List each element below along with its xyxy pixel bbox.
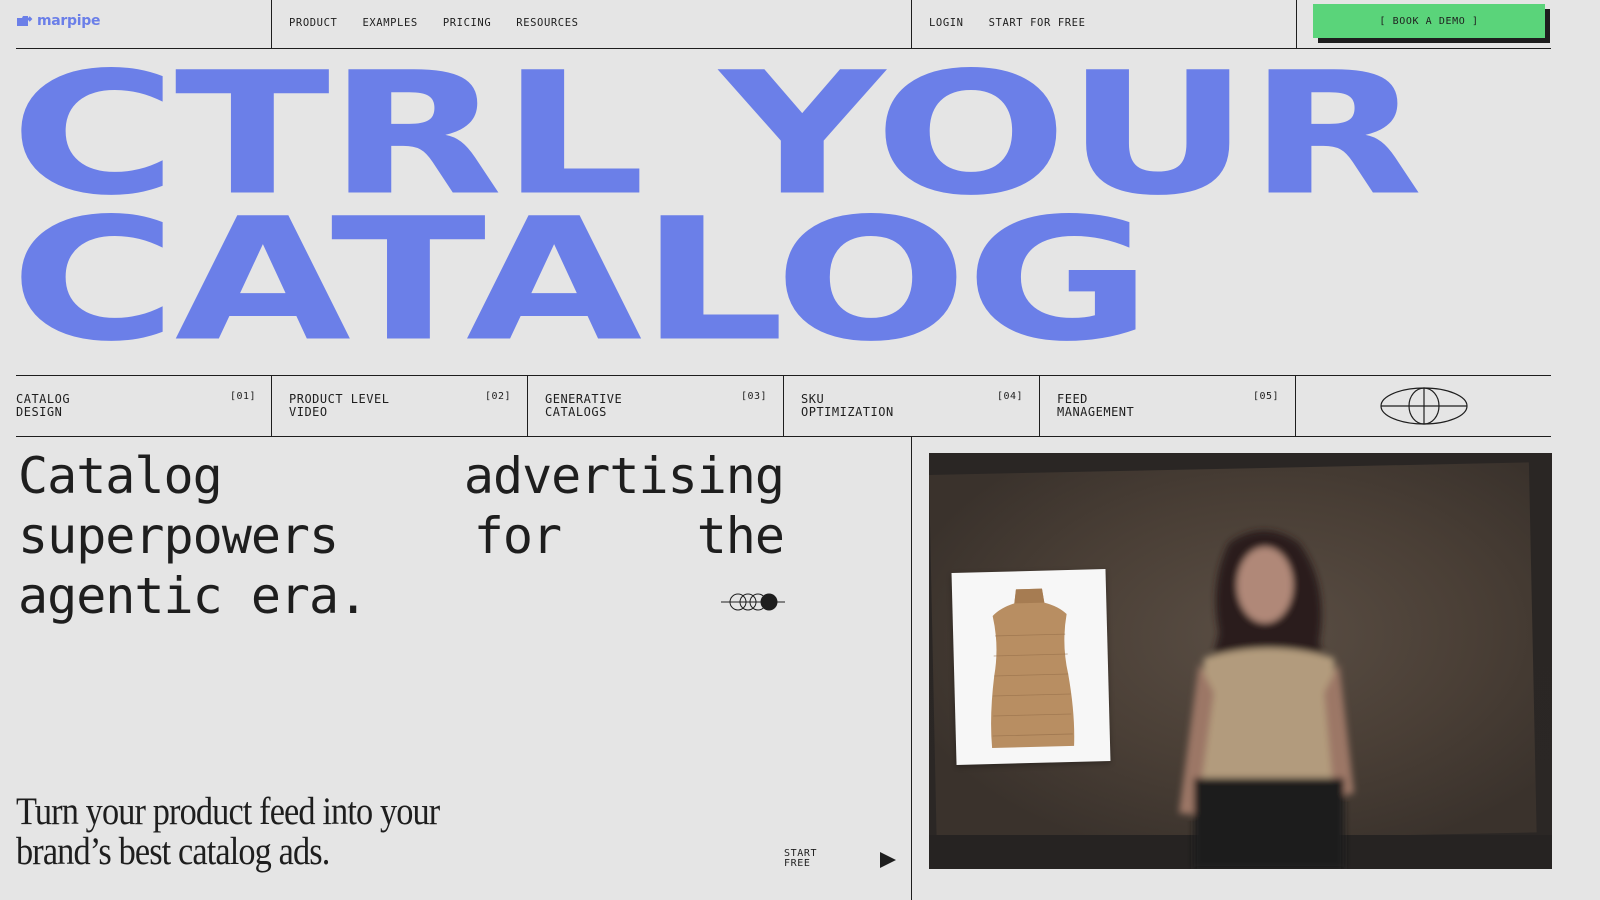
hero-line-2: CATALOG (10, 181, 1152, 379)
feature-label: FEED MANAGEMENT (1057, 392, 1135, 419)
start-for-free-link[interactable]: START FOR FREE (989, 17, 1086, 29)
feature-label: CATALOG DESIGN (16, 392, 71, 419)
content-divider (911, 436, 912, 900)
subheadline: Turn your product feed into your brand’s… (16, 790, 440, 873)
feature-feed-management[interactable]: FEED MANAGEMENT [05] (1057, 376, 1281, 436)
product-card[interactable] (951, 569, 1111, 765)
globe-icon (1380, 387, 1468, 425)
play-icon[interactable] (878, 851, 898, 869)
feature-catalog-design[interactable]: CATALOG DESIGN [01] (16, 376, 256, 436)
brand-name: marpipe (37, 13, 101, 29)
divider (783, 375, 784, 436)
feature-number: [05] (1253, 391, 1280, 402)
login-link[interactable]: LOGIN (929, 17, 964, 29)
nav-pricing[interactable]: PRICING (443, 17, 491, 29)
divider (527, 375, 528, 436)
feature-number: [03] (741, 391, 768, 402)
book-demo-button[interactable]: [ BOOK A DEMO ] (1313, 4, 1545, 38)
divider (1295, 375, 1296, 436)
features-bottom-divider (16, 436, 1551, 437)
brand-logo[interactable]: marpipe (16, 13, 100, 29)
product-video[interactable] (929, 453, 1552, 869)
logo-mark-icon (17, 16, 33, 26)
account-nav: LOGIN START FOR FREE (929, 17, 1086, 29)
feature-label: PRODUCT LEVEL VIDEO (289, 392, 390, 419)
feature-generative-catalogs[interactable]: GENERATIVE CATALOGS [03] (545, 376, 769, 436)
feature-number: [02] (485, 391, 512, 402)
divider (1039, 375, 1040, 436)
divider (271, 375, 272, 436)
nav-product[interactable]: PRODUCT (289, 17, 337, 29)
feature-product-level-video[interactable]: PRODUCT LEVEL VIDEO [02] (289, 376, 513, 436)
feature-sku-optimization[interactable]: SKU OPTIMIZATION [04] (801, 376, 1025, 436)
feature-number: [01] (230, 391, 257, 402)
tagline: Catalog advertising superpowers for the … (18, 447, 785, 625)
nav-resources[interactable]: RESOURCES (516, 17, 578, 29)
start-free-label[interactable]: START FREE (784, 849, 817, 869)
carousel-indicator-icon[interactable] (720, 591, 786, 613)
main-nav: PRODUCT EXAMPLES PRICING RESOURCES (289, 17, 579, 29)
nav-examples[interactable]: EXAMPLES (362, 17, 417, 29)
feature-label: SKU OPTIMIZATION (801, 392, 894, 419)
feature-label: GENERATIVE CATALOGS (545, 392, 623, 419)
model-figure (1179, 530, 1354, 869)
feature-number: [04] (997, 391, 1024, 402)
sleeveless-top-icon (991, 588, 1075, 749)
